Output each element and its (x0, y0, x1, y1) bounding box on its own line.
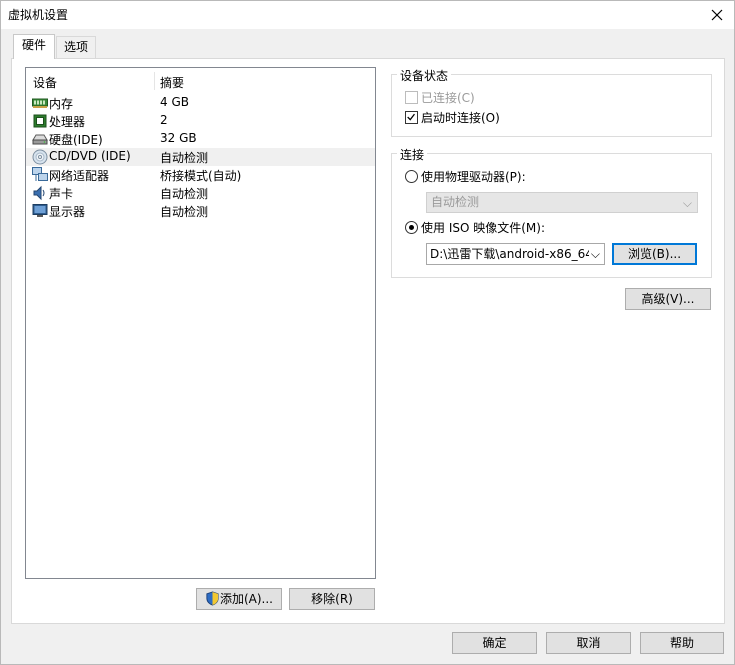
list-item-sound-card[interactable]: 声卡 自动检测 (26, 184, 375, 202)
list-header: 设备 摘要 (26, 68, 375, 94)
connected-checkbox[interactable]: 已连接(C) (405, 89, 475, 106)
cancel-button[interactable]: 取消 (546, 632, 631, 654)
list-item-network-adapter[interactable]: 网络适配器 桥接模式(自动) (26, 166, 375, 184)
device-name: 硬盘(IDE) (49, 133, 103, 147)
device-summary: 自动检测 (160, 187, 209, 201)
physical-drive-select-value: 自动检测 (431, 195, 480, 209)
device-name: 处理器 (49, 115, 86, 129)
memory-icon (32, 98, 48, 108)
connection-group: 连接 使用物理驱动器(P): 自动检测 ⌵ 使用 ISO 映像文件(M): D:… (391, 146, 712, 278)
add-button-label: 添加(A)... (219, 592, 274, 606)
device-name: 内存 (49, 97, 74, 111)
iso-image-label: 使用 ISO 映像文件(M): (421, 221, 545, 235)
device-name: 网络适配器 (49, 169, 110, 183)
sound-card-icon (33, 185, 45, 201)
iso-image-radio[interactable]: 使用 ISO 映像文件(M): (405, 219, 545, 236)
list-item-cd-dvd[interactable]: CD/DVD (IDE) 自动检测 (26, 148, 375, 166)
tab-options[interactable]: 选项 (56, 36, 96, 58)
close-icon (711, 9, 723, 21)
checkmark-icon (407, 113, 415, 121)
chevron-down-icon[interactable]: ⌵ (588, 244, 600, 264)
close-button[interactable] (700, 1, 734, 29)
advanced-button[interactable]: 高级(V)... (625, 288, 711, 310)
column-header-device[interactable]: 设备 (33, 74, 57, 91)
remove-button[interactable]: 移除(R) (289, 588, 375, 610)
help-button[interactable]: 帮助 (640, 632, 724, 654)
device-summary: 32 GB (160, 131, 197, 145)
device-summary: 自动检测 (160, 205, 209, 219)
physical-drive-radio[interactable]: 使用物理驱动器(P): (405, 168, 526, 185)
physical-drive-select: 自动检测 ⌵ (426, 192, 698, 213)
physical-drive-label: 使用物理驱动器(P): (421, 170, 526, 184)
connect-at-power-on-checkbox-box[interactable] (405, 111, 418, 124)
connected-checkbox-box[interactable] (405, 91, 418, 104)
device-name: CD/DVD (IDE) (49, 149, 131, 163)
network-adapter-icon (32, 167, 48, 181)
chevron-down-icon: ⌵ (682, 196, 692, 210)
list-item-hard-disk[interactable]: 硬盘(IDE) 32 GB (26, 130, 375, 148)
ok-button[interactable]: 确定 (452, 632, 537, 654)
device-status-title: 设备状态 (397, 67, 452, 84)
list-item-display[interactable]: 显示器 自动检测 (26, 202, 375, 220)
iso-image-radio-dot[interactable] (405, 221, 418, 234)
connect-at-power-on-label: 启动时连接(O) (421, 111, 500, 125)
connect-at-power-on-checkbox[interactable]: 启动时连接(O) (405, 109, 500, 126)
device-list[interactable]: 设备 摘要 内存 4 GB 处理器 2 硬盘(IDE) 32 GB CD/DVD… (25, 67, 376, 579)
display-icon (32, 204, 48, 217)
shield-icon (206, 591, 219, 606)
column-header-summary[interactable]: 摘要 (160, 74, 184, 91)
device-name: 声卡 (49, 187, 74, 201)
iso-path-combobox[interactable]: D:\迅雷下载\android-x86_64 ⌵ (426, 243, 605, 265)
title-bar: 虚拟机设置 (1, 1, 734, 29)
cd-dvd-icon (32, 149, 48, 165)
device-name: 显示器 (49, 205, 86, 219)
list-item-processor[interactable]: 处理器 2 (26, 112, 375, 130)
connected-label: 已连接(C) (421, 91, 475, 105)
hard-disk-icon (32, 134, 48, 145)
add-button[interactable]: 添加(A)... (196, 588, 282, 610)
processor-icon (33, 114, 47, 128)
physical-drive-radio-dot[interactable] (405, 170, 418, 183)
device-status-group: 设备状态 已连接(C) 启动时连接(O) (391, 67, 712, 137)
window-title: 虚拟机设置 (8, 8, 69, 22)
list-item-memory[interactable]: 内存 4 GB (26, 94, 375, 112)
iso-path-value: D:\迅雷下载\android-x86_64 (430, 247, 593, 261)
tab-hardware[interactable]: 硬件 (13, 34, 55, 59)
browse-button[interactable]: 浏览(B)... (612, 243, 697, 265)
virtual-machine-settings-window: 虚拟机设置 硬件 选项 设备 摘要 内存 4 GB 处理器 2 硬盘(IDE) … (0, 0, 735, 665)
device-summary: 自动检测 (160, 151, 209, 165)
column-divider[interactable] (154, 72, 155, 90)
device-summary: 桥接模式(自动) (160, 169, 242, 183)
device-summary: 2 (160, 113, 168, 127)
device-summary: 4 GB (160, 95, 189, 109)
connection-title: 连接 (397, 146, 428, 163)
